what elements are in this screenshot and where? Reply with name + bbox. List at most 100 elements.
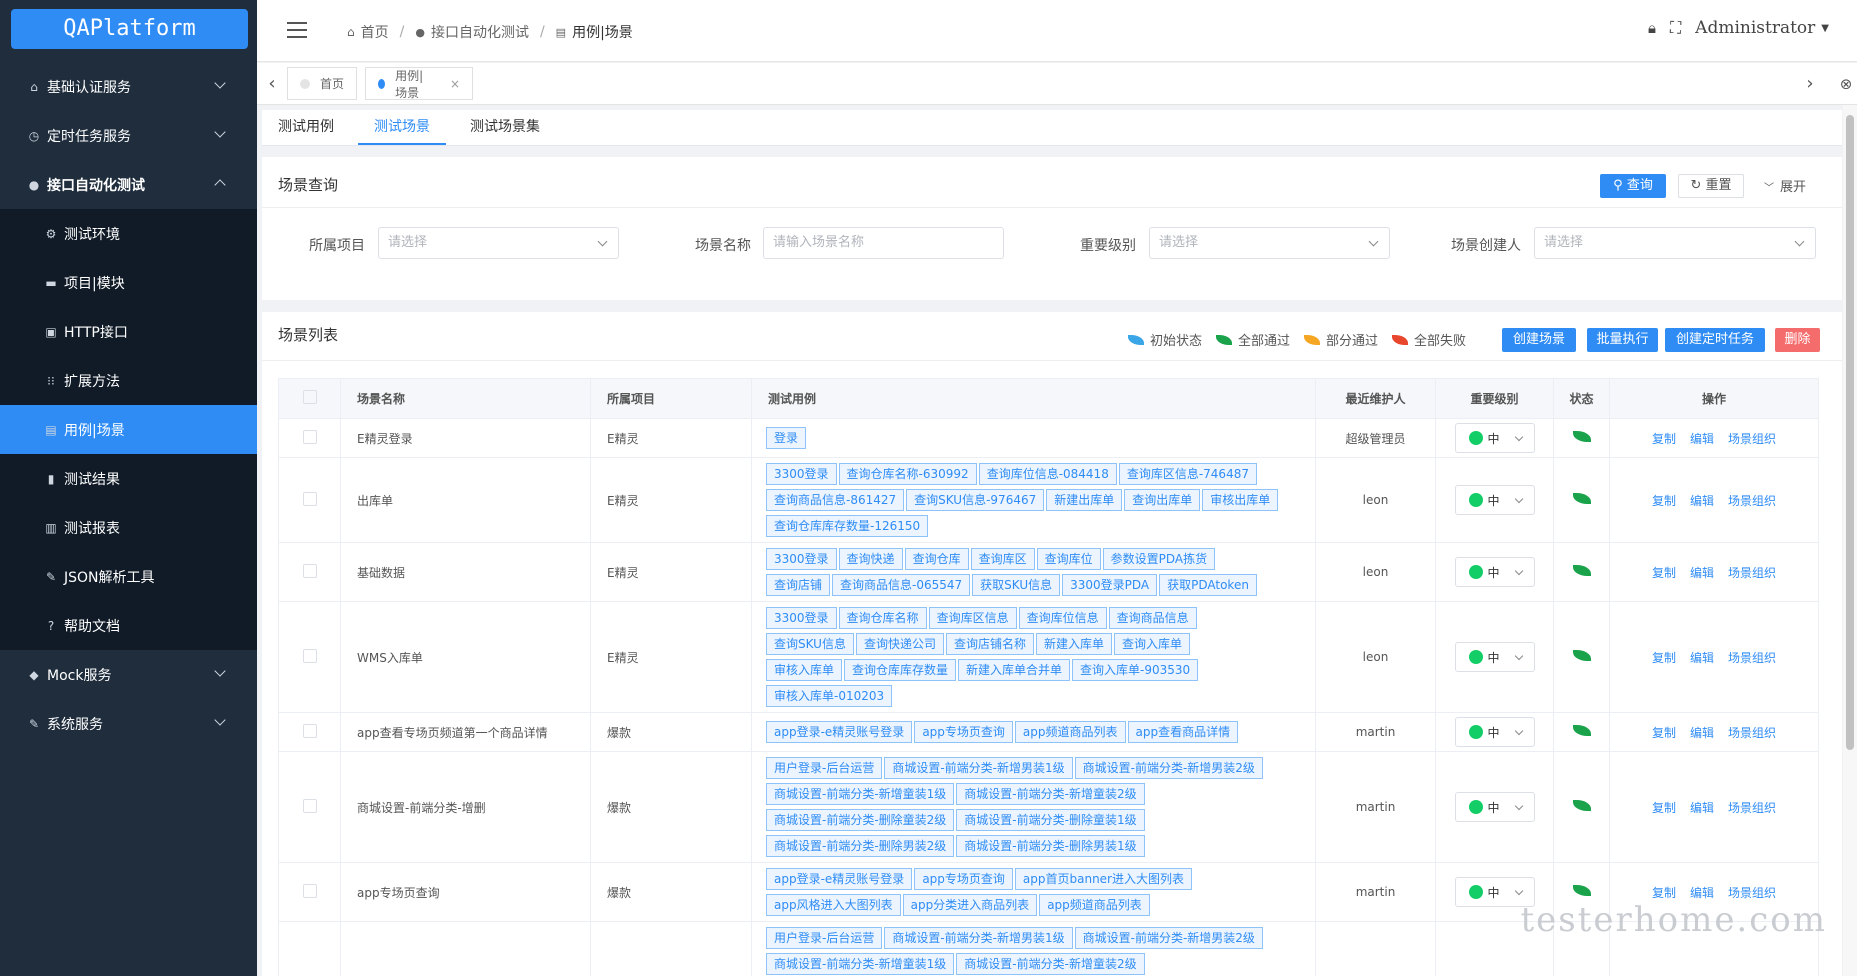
case-tag[interactable]: app登录-e精灵账号登录 [766,868,913,890]
sidebar-item[interactable]: ⌂ 基础认证服务 [0,62,257,111]
case-tag[interactable]: 查询商品信息-065547 [832,574,971,596]
case-tag[interactable]: 获取SKU信息 [972,574,1061,596]
case-tag[interactable]: 登录 [766,427,807,449]
row-checkbox[interactable] [302,798,317,813]
edit-link[interactable]: 编辑 [1690,886,1714,900]
page-tab-home[interactable]: 首页 [287,67,358,100]
tab-test-cases[interactable]: 测试用例 [262,110,350,145]
level-select[interactable]: 中 [1454,485,1535,515]
level-select[interactable]: 中 [1454,557,1535,587]
case-tag[interactable]: 查询快递 [838,548,903,570]
case-tag[interactable]: 3300登录PDA [1062,574,1158,596]
copy-link[interactable]: 复制 [1652,432,1676,446]
project-select[interactable]: 请选择 [378,227,619,259]
sidebar-item[interactable]: ✎ JSON解析工具 [0,552,257,601]
case-tag[interactable]: app分类进入商品列表 [902,894,1038,916]
tab-scene-sets[interactable]: 测试场景集 [454,110,556,145]
reset-button[interactable]: ↻ 重置 [1678,174,1744,198]
edit-link[interactable]: 编辑 [1690,801,1714,815]
sidebar-item[interactable]: ? 帮助文档 [0,601,257,650]
case-tag[interactable]: 查询仓库库存数量-126150 [766,515,929,537]
batch-run-button[interactable]: 批量执行 [1587,328,1658,352]
case-tag[interactable]: 查询仓库库存数量 [844,659,957,681]
sidebar-item[interactable]: ◆ Mock服务 [0,650,257,699]
copy-link[interactable]: 复制 [1652,726,1676,740]
user-menu[interactable]: Administrator [1695,18,1815,38]
tabs-scroll-left-icon[interactable]: ‹ [259,67,285,101]
page-scrollbar[interactable] [1843,105,1857,976]
copy-link[interactable]: 复制 [1652,886,1676,900]
organize-link[interactable]: 场景组织 [1728,494,1776,508]
case-tag[interactable]: 查询入库单-903530 [1072,659,1199,681]
organize-link[interactable]: 场景组织 [1728,566,1776,580]
case-tag[interactable]: 查询仓库名称-630992 [838,463,977,485]
case-tag[interactable]: 商城设置-前端分类-新增童装1级 [766,953,955,975]
organize-link[interactable]: 场景组织 [1728,801,1776,815]
case-tag[interactable]: 查询库位 [1036,548,1101,570]
case-tag[interactable]: 查询店铺名称 [945,633,1034,655]
case-tag[interactable]: 查询库区信息 [928,607,1017,629]
edit-link[interactable]: 编辑 [1690,651,1714,665]
close-all-icon[interactable]: ⊗ [1833,67,1857,101]
page-tab-scene[interactable]: 用例|场景 × [365,67,473,100]
case-tag[interactable]: 3300登录 [766,607,837,629]
case-tag[interactable]: 商城设置-前端分类-删除童装2级 [766,809,955,831]
lock-icon[interactable]: 🔒︎ [1648,19,1656,37]
creator-select[interactable]: 请选择 [1534,227,1816,259]
case-tag[interactable]: 商城设置-前端分类-新增男装1级 [884,927,1073,949]
case-tag[interactable]: 商城设置-前端分类-新增童装2级 [956,783,1145,805]
case-tag[interactable]: 新建入库单 [1035,633,1112,655]
row-checkbox[interactable] [302,648,317,663]
case-tag[interactable]: 获取PDAtoken [1159,574,1257,596]
scene-name-input[interactable]: 请输入场景名称 [763,227,1004,259]
case-tag[interactable]: 商城设置-前端分类-新增男装2级 [1074,757,1263,779]
scrollbar-thumb[interactable] [1846,115,1854,750]
level-select[interactable]: 请选择 [1149,227,1390,259]
organize-link[interactable]: 场景组织 [1728,651,1776,665]
sidebar-item[interactable]: ▤ 用例|场景 [0,405,257,454]
case-tag[interactable]: 审核入库单-010203 [766,685,893,707]
sidebar-item[interactable]: ▥ 测试报表 [0,503,257,552]
edit-link[interactable]: 编辑 [1690,494,1714,508]
case-tag[interactable]: 审核入库单 [766,659,843,681]
copy-link[interactable]: 复制 [1652,566,1676,580]
row-checkbox[interactable] [302,429,317,444]
case-tag[interactable]: app专场页查询 [914,721,1013,743]
case-tag[interactable]: app首页banner进入大图列表 [1014,868,1192,890]
delete-button[interactable]: 删除 [1775,328,1820,352]
edit-link[interactable]: 编辑 [1690,726,1714,740]
case-tag[interactable]: app专场页查询 [914,868,1013,890]
case-tag[interactable]: 查询店铺 [766,574,831,596]
sidebar-item[interactable]: ⚙ 测试环境 [0,209,257,258]
case-tag[interactable]: 审核出库单 [1202,489,1279,511]
case-tag[interactable]: 查询商品信息-861427 [766,489,905,511]
select-all-checkbox[interactable] [302,390,317,404]
caret-down-icon[interactable]: ▼ [1821,23,1829,34]
case-tag[interactable]: 查询SKU信息-976467 [906,489,1045,511]
fullscreen-icon[interactable]: ⛶ [1670,18,1681,38]
case-tag[interactable]: 商城设置-前端分类-删除男装2级 [766,835,955,857]
sidebar-item[interactable]: ▣ HTTP接口 [0,307,257,356]
case-tag[interactable]: 商城设置-前端分类-删除童装1级 [956,809,1145,831]
copy-link[interactable]: 复制 [1652,494,1676,508]
organize-link[interactable]: 场景组织 [1728,432,1776,446]
case-tag[interactable]: 商城设置-前端分类-新增男装1级 [884,757,1073,779]
case-tag[interactable]: 新建出库单 [1046,489,1123,511]
tabs-scroll-right-icon[interactable]: › [1797,67,1823,101]
case-tag[interactable]: 用户登录-后台运营 [766,927,883,949]
case-tag[interactable]: app频道商品列表 [1039,894,1150,916]
case-tag[interactable]: app登录-e精灵账号登录 [766,721,913,743]
case-tag[interactable]: 查询SKU信息 [766,633,854,655]
case-tag[interactable]: app查看商品详情 [1127,721,1239,743]
case-tag[interactable]: 查询商品信息 [1108,607,1197,629]
case-tag[interactable]: 查询出库单 [1124,489,1201,511]
expand-toggle[interactable]: ﹀ 展开 [1764,176,1806,195]
edit-link[interactable]: 编辑 [1690,432,1714,446]
level-select[interactable]: 中 [1454,792,1535,822]
level-select[interactable]: 中 [1454,423,1535,453]
organize-link[interactable]: 场景组织 [1728,886,1776,900]
case-tag[interactable]: 查询库位信息 [1018,607,1107,629]
level-select[interactable]: 中 [1454,642,1535,672]
sidebar-item[interactable]: ◷ 定时任务服务 [0,111,257,160]
row-checkbox[interactable] [302,883,317,898]
